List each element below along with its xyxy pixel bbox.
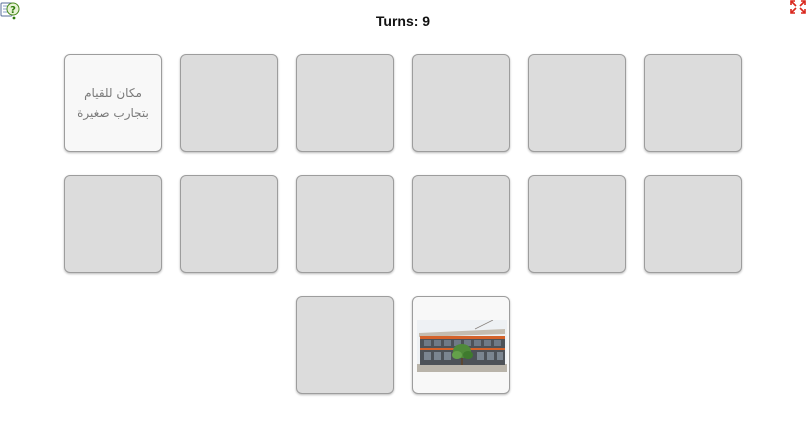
card-11[interactable]: [528, 175, 626, 273]
card-6[interactable]: [644, 54, 742, 152]
card-14[interactable]: [412, 296, 510, 394]
card-7[interactable]: [64, 175, 162, 273]
card-3[interactable]: [296, 54, 394, 152]
card-text: مكان للقيام بتجارب صغيرة: [77, 86, 149, 120]
card-10[interactable]: [412, 175, 510, 273]
fullscreen-icon[interactable]: [790, 0, 806, 14]
card-1[interactable]: مكان للقيام بتجارب صغيرة: [64, 54, 162, 152]
turns-counter: Turns: 9: [375, 13, 431, 29]
building-photo: [417, 320, 507, 372]
card-13[interactable]: [296, 296, 394, 394]
card-9[interactable]: [296, 175, 394, 273]
card-4[interactable]: [412, 54, 510, 152]
card-5[interactable]: [528, 54, 626, 152]
card-8[interactable]: [180, 175, 278, 273]
card-12[interactable]: [644, 175, 742, 273]
card-2[interactable]: [180, 54, 278, 152]
